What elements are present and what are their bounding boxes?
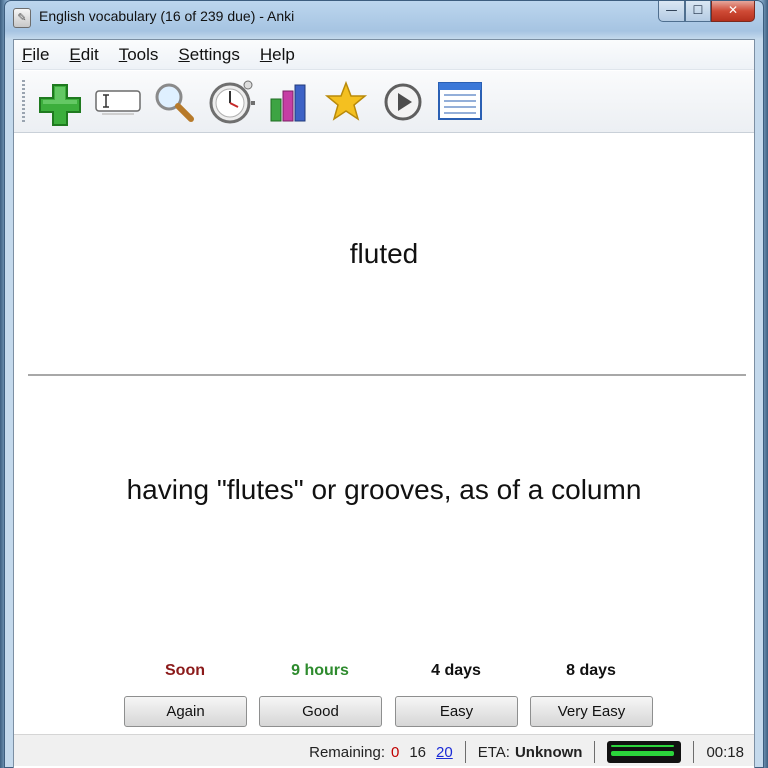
- status-separator: [464, 741, 466, 763]
- interval-again: Soon: [165, 662, 205, 679]
- remaining-new-count: 0: [391, 743, 400, 761]
- anki-window: ✎ English vocabulary (16 of 239 due) - A…: [4, 0, 764, 768]
- timer-icon[interactable]: [206, 77, 258, 127]
- card-list-icon[interactable]: [434, 77, 486, 127]
- menu-edit[interactable]: Edit: [69, 45, 98, 65]
- good-button[interactable]: Good: [259, 696, 382, 727]
- card-display: fluted having "flutes" or grooves, as of…: [14, 134, 754, 766]
- progress-bar-fill: [611, 751, 675, 756]
- menu-tools[interactable]: Tools: [119, 45, 159, 65]
- very-easy-button[interactable]: Very Easy: [530, 696, 653, 727]
- maximize-button[interactable]: ☐: [685, 1, 711, 22]
- menu-help[interactable]: Help: [260, 45, 295, 65]
- progress-bar-highlight: [611, 745, 675, 747]
- eta-value: Unknown: [514, 743, 583, 761]
- menu-file[interactable]: File: [22, 45, 49, 65]
- status-bar: Remaining: 0 16 20 ETA: Unknown 00:18: [14, 734, 754, 766]
- window-title: English vocabulary (16 of 239 due) - Ank…: [39, 8, 295, 24]
- stats-icon[interactable]: [263, 77, 315, 127]
- remaining-review-count: 16: [409, 743, 427, 761]
- card-question: fluted: [349, 238, 419, 269]
- interval-easy: 4 days: [431, 662, 481, 679]
- toolbar-grip[interactable]: [22, 79, 25, 124]
- again-button[interactable]: Again: [124, 696, 247, 727]
- play-icon[interactable]: [377, 77, 429, 127]
- add-card-icon[interactable]: [35, 77, 87, 127]
- status-separator: [693, 741, 695, 763]
- minimize-button[interactable]: —: [658, 1, 685, 22]
- star-icon[interactable]: [320, 77, 372, 127]
- anki-app-icon[interactable]: ✎: [13, 8, 31, 28]
- close-button[interactable]: ✕: [711, 1, 755, 22]
- client-area: File Edit Tools Settings Help fluted hav…: [13, 39, 755, 768]
- window-controls: — ☐ ✕: [658, 1, 755, 22]
- question-answer-divider: [28, 374, 746, 376]
- interval-very-easy: 8 days: [566, 662, 616, 679]
- menu-bar: File Edit Tools Settings Help: [14, 40, 754, 70]
- status-separator: [594, 741, 596, 763]
- remaining-label: Remaining:: [309, 743, 385, 761]
- search-icon[interactable]: [149, 77, 201, 127]
- card-answer: having "flutes" or grooves, as of a colu…: [126, 474, 642, 505]
- progress-bar: [607, 741, 682, 763]
- interval-good: 9 hours: [291, 662, 349, 679]
- status-content: Remaining: 0 16 20 ETA: Unknown 00:18: [309, 741, 744, 763]
- edit-card-icon[interactable]: [92, 77, 144, 127]
- title-bar[interactable]: ✎ English vocabulary (16 of 239 due) - A…: [5, 1, 763, 35]
- session-timer: 00:18: [706, 743, 744, 761]
- toolbar: [14, 71, 754, 133]
- eta-label: ETA:: [477, 743, 510, 761]
- menu-settings[interactable]: Settings: [178, 45, 239, 65]
- remaining-learning-count[interactable]: 20: [436, 744, 453, 761]
- easy-button[interactable]: Easy: [395, 696, 518, 727]
